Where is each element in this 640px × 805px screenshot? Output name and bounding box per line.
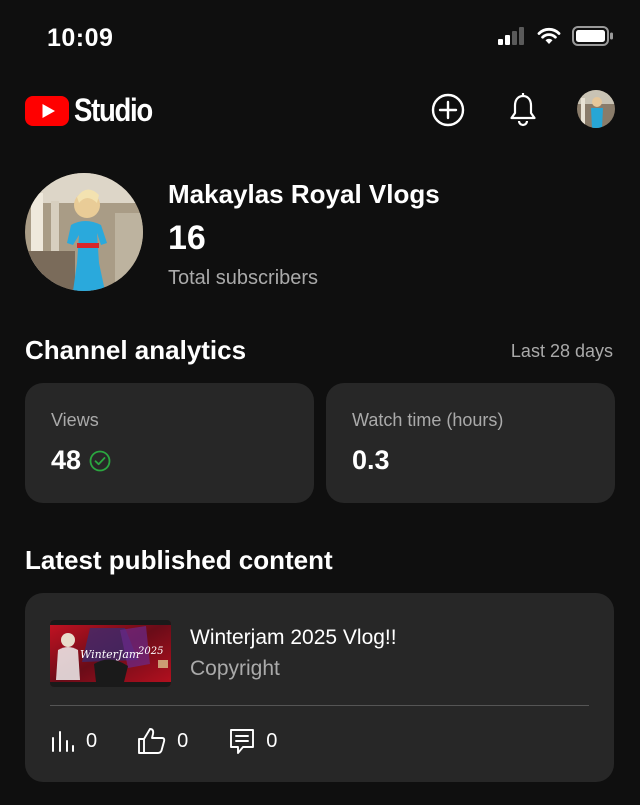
analytics-range: Last 28 days: [510, 341, 613, 361]
create-button[interactable]: [428, 90, 468, 130]
bar-chart-icon: [52, 731, 74, 752]
signal-icon: [498, 27, 524, 45]
youtube-logo-icon: [25, 95, 69, 126]
watch-time-value-row: 0.3: [352, 445, 390, 476]
views-metric: 0: [50, 729, 97, 753]
status-time: 10:09: [47, 24, 114, 52]
thumbnail-image: WinterJam 2025: [50, 620, 171, 687]
wifi-icon: [537, 27, 561, 44]
app-header: Studio: [0, 78, 640, 142]
thumbnail-text: WinterJam: [80, 648, 139, 661]
status-icons: [498, 26, 614, 46]
subscriber-count: 16: [168, 219, 206, 257]
thumbs-up-icon: [138, 728, 166, 754]
channel-summary: Makaylas Royal Vlogs 16 Total subscriber…: [25, 173, 615, 293]
views-value: 48: [51, 445, 82, 475]
views-card[interactable]: Views 48: [25, 383, 314, 503]
studio-logo[interactable]: Studio: [25, 92, 165, 129]
divider: [50, 705, 589, 706]
app-name: Studio: [74, 92, 153, 128]
comments-metric: 0: [228, 727, 277, 755]
channel-avatar[interactable]: [25, 173, 143, 291]
video-restriction: Copyright: [190, 657, 280, 680]
views-label: Views: [51, 410, 99, 430]
account-avatar[interactable]: [577, 90, 615, 128]
notifications-button[interactable]: [503, 90, 543, 130]
create-icon: [431, 93, 465, 127]
channel-avatar-image: [25, 173, 143, 291]
check-circle-icon: [89, 450, 111, 471]
comment-icon: [230, 729, 255, 754]
watch-time-value: 0.3: [352, 445, 390, 475]
status-bar: 10:09: [0, 0, 640, 78]
watch-time-card[interactable]: Watch time (hours) 0.3: [326, 383, 615, 503]
views-metric-value: 0: [86, 729, 98, 752]
likes-metric-value: 0: [177, 729, 189, 752]
likes-metric: 0: [137, 727, 188, 755]
subscriber-label: Total subscribers: [168, 267, 319, 289]
avatar-image: [577, 90, 615, 128]
watch-time-label: Watch time (hours): [352, 410, 504, 430]
video-metrics: 0 0 0: [50, 727, 317, 755]
channel-name: Makaylas Royal Vlogs: [168, 179, 440, 209]
notifications-icon: [510, 93, 536, 127]
analytics-title: Channel analytics: [25, 335, 247, 365]
thumbnail-year: 2025: [137, 646, 163, 657]
comments-metric-value: 0: [266, 729, 278, 752]
video-thumbnail[interactable]: WinterJam 2025: [50, 620, 171, 687]
latest-title: Latest published content: [25, 545, 333, 575]
views-value-row: 48: [51, 445, 111, 476]
battery-icon: [572, 26, 613, 46]
video-title[interactable]: Winterjam 2025 Vlog!!: [190, 626, 397, 650]
latest-video-card[interactable]: WinterJam 2025 Winterjam 2025 Vlog!! Cop…: [25, 593, 614, 782]
